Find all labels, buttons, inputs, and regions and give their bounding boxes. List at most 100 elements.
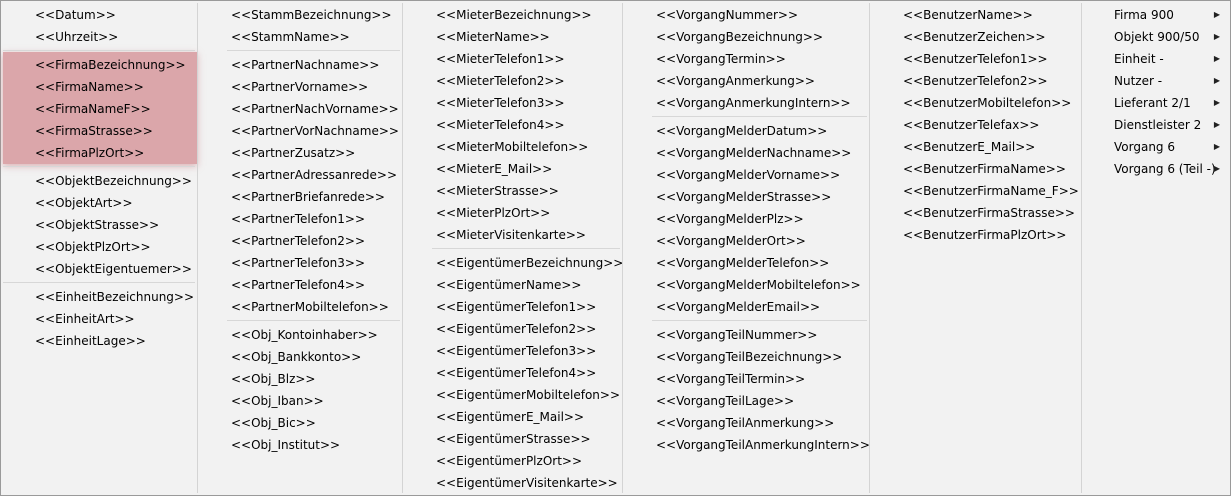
menu-item[interactable]: <<FirmaStrasse>> xyxy=(1,120,197,142)
menu-item[interactable]: <<MieterName>> xyxy=(402,26,622,48)
menu-item[interactable]: <<FirmaPlzOrt>> xyxy=(1,142,197,164)
menu-item[interactable]: <<VorgangTeilAnmerkung>> xyxy=(622,412,869,434)
menu-item[interactable]: <<MieterStrasse>> xyxy=(402,180,622,202)
menu-item[interactable]: <<BenutzerE_Mail>> xyxy=(869,136,1081,158)
menu-item[interactable]: <<VorgangNummer>> xyxy=(622,4,869,26)
menu-item[interactable]: <<MieterTelefon3>> xyxy=(402,92,622,114)
menu-item[interactable]: <<ObjektPlzOrt>> xyxy=(1,236,197,258)
menu-item[interactable]: <<ObjektEigentuemer>> xyxy=(1,258,197,280)
menu-item[interactable]: <<EigentümerVisitenkarte>> xyxy=(402,472,622,494)
menu-item[interactable]: <<EigentümerTelefon3>> xyxy=(402,340,622,362)
menu-item[interactable]: <<FirmaNameF>> xyxy=(1,98,197,120)
menu-item[interactable]: <<PartnerBriefanrede>> xyxy=(197,186,402,208)
submenu-item[interactable]: Firma 900 ▶ xyxy=(1081,4,1230,26)
menu-item[interactable]: <<EinheitLage>> xyxy=(1,330,197,352)
menu-item[interactable]: <<EigentümerTelefon4>> xyxy=(402,362,622,384)
menu-item[interactable]: <<BenutzerTelefax>> xyxy=(869,114,1081,136)
menu-item[interactable]: <<VorgangMelderMobiltelefon>> xyxy=(622,274,869,296)
menu-item[interactable]: <<EigentümerE_Mail>> xyxy=(402,406,622,428)
menu-item[interactable]: <<ObjektStrasse>> xyxy=(1,214,197,236)
menu-item[interactable]: <<VorgangTeilTermin>> xyxy=(622,368,869,390)
menu-item[interactable]: <<PartnerTelefon4>> xyxy=(197,274,402,296)
menu-item[interactable]: <<MieterPlzOrt>> xyxy=(402,202,622,224)
menu-item[interactable]: <<VorgangTeilLage>> xyxy=(622,390,869,412)
menu-item[interactable]: <<PartnerAdressanrede>> xyxy=(197,164,402,186)
menu-item[interactable]: <<PartnerVorNachname>> xyxy=(197,120,402,142)
menu-item[interactable]: <<EigentümerBezeichnung>> xyxy=(402,252,623,274)
menu-item[interactable]: <<MieterTelefon1>> xyxy=(402,48,622,70)
menu-item[interactable]: <<VorgangMelderTelefon>> xyxy=(622,252,869,274)
menu-item[interactable]: <<VorgangMelderEmail>> xyxy=(622,296,869,318)
menu-item[interactable]: <<VorgangBezeichnung>> xyxy=(622,26,869,48)
submenu-item[interactable]: Einheit - ▶ xyxy=(1081,48,1230,70)
menu-item-label: <<EigentümerTelefon3>> xyxy=(436,344,597,358)
menu-item[interactable]: <<BenutzerFirmaName_F>> xyxy=(869,180,1081,202)
menu-item-label: <<Datum>> xyxy=(35,8,116,22)
menu-item[interactable]: <<VorgangMelderVorname>> xyxy=(622,164,869,186)
submenu-item[interactable]: Nutzer - ▶ xyxy=(1081,70,1230,92)
menu-item[interactable]: <<MieterTelefon2>> xyxy=(402,70,622,92)
menu-item[interactable]: <<PartnerNachVorname>> xyxy=(197,98,402,120)
menu-item[interactable]: <<VorgangMelderStrasse>> xyxy=(622,186,869,208)
menu-item[interactable]: <<EigentümerMobiltelefon>> xyxy=(402,384,622,406)
menu-item[interactable]: <<EigentümerStrasse>> xyxy=(402,428,622,450)
menu-item[interactable]: <<Obj_Kontoinhaber>> xyxy=(197,324,402,346)
menu-item[interactable]: <<BenutzerFirmaName>> xyxy=(869,158,1081,180)
menu-item[interactable]: <<EigentümerTelefon1>> xyxy=(402,296,622,318)
menu-item[interactable]: <<PartnerNachname>> xyxy=(197,54,402,76)
menu-item[interactable]: <<EinheitBezeichnung>> xyxy=(1,286,197,308)
menu-item[interactable]: <<PartnerZusatz>> xyxy=(197,142,402,164)
menu-item[interactable]: <<VorgangAnmerkungIntern>> xyxy=(622,92,869,114)
menu-item[interactable]: <<Uhrzeit>> xyxy=(1,26,197,48)
menu-item[interactable]: <<FirmaName>> xyxy=(1,76,197,98)
menu-item[interactable]: <<VorgangTeilNummer>> xyxy=(622,324,869,346)
menu-item[interactable]: <<VorgangTeilAnmerkungIntern>> xyxy=(622,434,870,456)
menu-item[interactable]: <<VorgangTeilBezeichnung>> xyxy=(622,346,869,368)
menu-item[interactable]: <<BenutzerFirmaPlzOrt>> xyxy=(869,224,1081,246)
menu-item[interactable]: <<Obj_Bankkonto>> xyxy=(197,346,402,368)
submenu-item[interactable]: Vorgang 6 (Teil -) ▶ xyxy=(1081,158,1230,180)
menu-item[interactable]: <<VorgangMelderDatum>> xyxy=(622,120,869,142)
menu-item[interactable]: <<EigentümerName>> xyxy=(402,274,622,296)
submenu-item[interactable]: Objekt 900/50 ▶ xyxy=(1081,26,1230,48)
menu-item[interactable]: <<PartnerTelefon1>> xyxy=(197,208,402,230)
submenu-item[interactable]: Dienstleister 2 ▶ xyxy=(1081,114,1230,136)
menu-item[interactable]: <<Obj_Bic>> xyxy=(197,412,402,434)
menu-item[interactable]: <<MieterE_Mail>> xyxy=(402,158,622,180)
menu-item[interactable]: <<VorgangTermin>> xyxy=(622,48,869,70)
menu-item[interactable]: <<BenutzerTelefon2>> xyxy=(869,70,1081,92)
menu-item[interactable]: <<StammBezeichnung>> xyxy=(197,4,402,26)
menu-item[interactable]: <<ObjektBezeichnung>> xyxy=(1,170,197,192)
menu-item[interactable]: <<FirmaBezeichnung>> xyxy=(1,54,197,76)
menu-item[interactable]: <<MieterMobiltelefon>> xyxy=(402,136,622,158)
menu-item[interactable]: <<BenutzerMobiltelefon>> xyxy=(869,92,1081,114)
menu-item[interactable]: <<Obj_Institut>> xyxy=(197,434,402,456)
menu-item[interactable]: <<PartnerTelefon2>> xyxy=(197,230,402,252)
menu-item[interactable]: <<EigentümerPlzOrt>> xyxy=(402,450,622,472)
submenu-item[interactable]: Lieferant 2/1 ▶ xyxy=(1081,92,1230,114)
menu-item[interactable]: <<ObjektArt>> xyxy=(1,192,197,214)
menu-item[interactable]: <<MieterBezeichnung>> xyxy=(402,4,622,26)
menu-item[interactable]: <<VorgangMelderPlz>> xyxy=(622,208,869,230)
menu-item-label: <<StammName>> xyxy=(231,30,350,44)
menu-item[interactable]: <<BenutzerTelefon1>> xyxy=(869,48,1081,70)
menu-item[interactable]: <<PartnerVorname>> xyxy=(197,76,402,98)
menu-item[interactable]: <<Obj_Blz>> xyxy=(197,368,402,390)
menu-item[interactable]: <<PartnerTelefon3>> xyxy=(197,252,402,274)
menu-item[interactable]: <<VorgangMelderOrt>> xyxy=(622,230,869,252)
menu-item[interactable]: <<MieterTelefon4>> xyxy=(402,114,622,136)
menu-item[interactable]: <<BenutzerZeichen>> xyxy=(869,26,1081,48)
menu-item[interactable]: <<EinheitArt>> xyxy=(1,308,197,330)
menu-item[interactable]: <<Datum>> xyxy=(1,4,197,26)
menu-item[interactable]: <<VorgangAnmerkung>> xyxy=(622,70,869,92)
menu-item[interactable]: <<EigentümerTelefon2>> xyxy=(402,318,622,340)
menu-item[interactable]: <<VorgangMelderNachname>> xyxy=(622,142,869,164)
submenu-item[interactable]: Vorgang 6 ▶ xyxy=(1081,136,1230,158)
menu-item[interactable]: <<Obj_Iban>> xyxy=(197,390,402,412)
menu-item[interactable]: <<StammName>> xyxy=(197,26,402,48)
menu-item[interactable]: <<MieterVisitenkarte>> xyxy=(402,224,622,246)
menu-item[interactable]: <<PartnerMobiltelefon>> xyxy=(197,296,402,318)
menu-item-label: <<FirmaBezeichnung>> xyxy=(35,58,186,72)
menu-item[interactable]: <<BenutzerName>> xyxy=(869,4,1081,26)
menu-item[interactable]: <<BenutzerFirmaStrasse>> xyxy=(869,202,1081,224)
